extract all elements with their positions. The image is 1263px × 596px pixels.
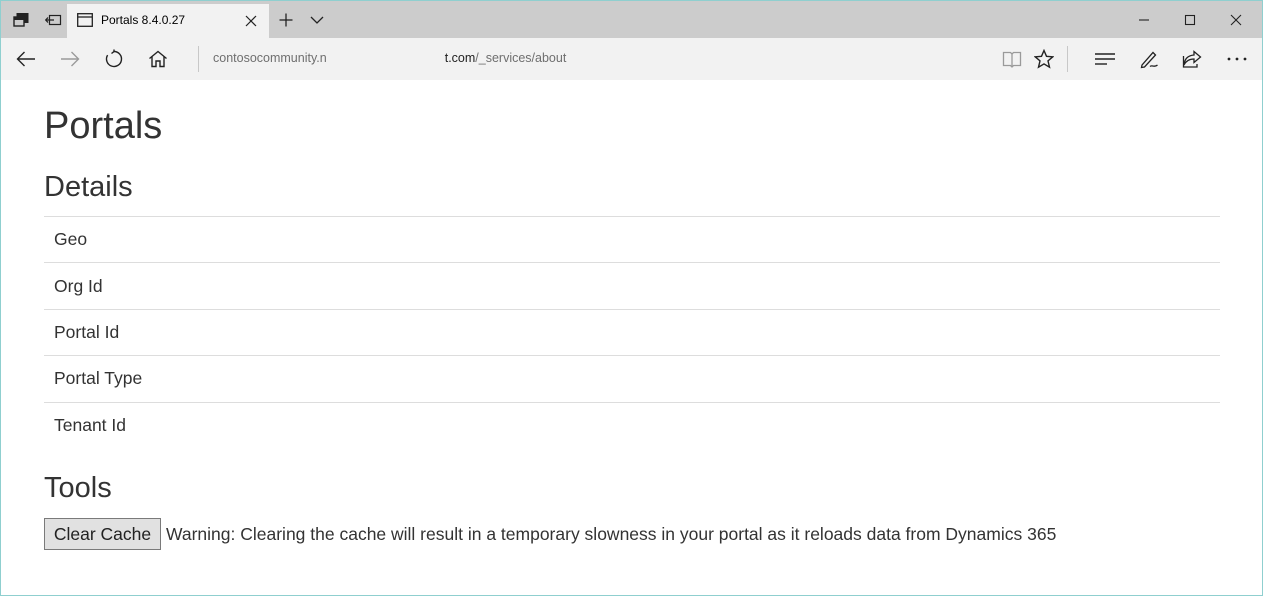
url-path: /_services/about: [475, 51, 567, 65]
share-button[interactable]: [1176, 44, 1208, 74]
url-start: contosocommunity.n: [213, 51, 327, 65]
maximize-icon: [1184, 14, 1196, 26]
tab-title: Portals 8.4.0.27: [101, 13, 186, 27]
table-row-portal-type: Portal Type: [44, 355, 1220, 401]
more-icon: [1227, 57, 1247, 61]
home-icon: [148, 50, 168, 68]
row-label: Geo: [54, 229, 88, 250]
table-row-geo: Geo: [44, 216, 1220, 262]
navigation-bar: contosocommunity.n t.com/_services/about: [1, 38, 1262, 80]
tab-bar: Portals 8.4.0.27: [1, 1, 1262, 38]
table-row-org-id: Org Id: [44, 262, 1220, 308]
hub-icon: [1094, 52, 1116, 66]
details-heading: Details: [44, 171, 133, 203]
home-button[interactable]: [142, 44, 174, 74]
web-note-icon: [1139, 49, 1159, 69]
refresh-icon: [104, 49, 124, 69]
tab-preview-button[interactable]: [6, 5, 36, 35]
clear-cache-warning: Warning: Clearing the cache will result …: [166, 523, 1057, 544]
toolbar-separator: [1067, 46, 1068, 72]
back-arrow-icon: [16, 51, 36, 67]
row-label: Org Id: [54, 275, 103, 296]
table-row-portal-id: Portal Id: [44, 308, 1220, 355]
tab-close-button[interactable]: [243, 13, 259, 29]
more-button[interactable]: [1221, 44, 1253, 74]
favorite-button[interactable]: [1028, 44, 1060, 74]
refresh-button[interactable]: [98, 44, 130, 74]
clear-cache-button[interactable]: Clear Cache: [44, 518, 161, 550]
row-label: Portal Type: [54, 368, 143, 389]
row-label: Tenant Id: [54, 414, 126, 435]
row-label: Portal Id: [54, 321, 120, 342]
reading-view-icon: [1002, 50, 1022, 68]
page-title: Portals: [44, 105, 163, 147]
address-bar[interactable]: contosocommunity.n t.com/_services/about: [213, 51, 993, 65]
hub-button[interactable]: [1089, 44, 1121, 74]
reading-view-button[interactable]: [996, 44, 1028, 74]
back-button[interactable]: [10, 44, 42, 74]
tools-row: Clear Cache Warning: Clearing the cache …: [44, 518, 1056, 550]
details-table: Geo Org Id Portal Id Portal Type Tenant …: [44, 216, 1220, 448]
close-icon: [243, 13, 259, 29]
new-tab-button[interactable]: [271, 5, 301, 35]
set-tabs-aside-button[interactable]: [38, 5, 68, 35]
table-row-tenant-id: Tenant Id: [44, 401, 1220, 448]
tab-active[interactable]: Portals 8.4.0.27: [67, 4, 269, 38]
minimize-icon: [1138, 14, 1150, 26]
minimize-button[interactable]: [1121, 7, 1167, 33]
page-icon: [77, 13, 93, 27]
close-window-icon: [1230, 14, 1242, 26]
web-note-button[interactable]: [1133, 44, 1165, 74]
tab-list-button[interactable]: [302, 5, 332, 35]
favorite-star-icon: [1034, 49, 1054, 69]
forward-arrow-icon: [60, 51, 80, 67]
maximize-button[interactable]: [1167, 7, 1213, 33]
address-separator: [198, 46, 199, 72]
url-domain-end: t.com: [444, 51, 476, 65]
share-icon: [1182, 50, 1202, 68]
set-tabs-aside-icon: [44, 13, 62, 27]
close-window-button[interactable]: [1213, 7, 1259, 33]
new-tab-icon: [278, 12, 294, 28]
browser-window: Portals 8.4.0.27 contosocommunity.n t.co…: [0, 0, 1263, 596]
tab-list-chevron-icon: [310, 15, 324, 25]
tab-preview-icon: [13, 13, 29, 27]
tools-heading: Tools: [44, 472, 112, 504]
forward-button[interactable]: [54, 44, 86, 74]
